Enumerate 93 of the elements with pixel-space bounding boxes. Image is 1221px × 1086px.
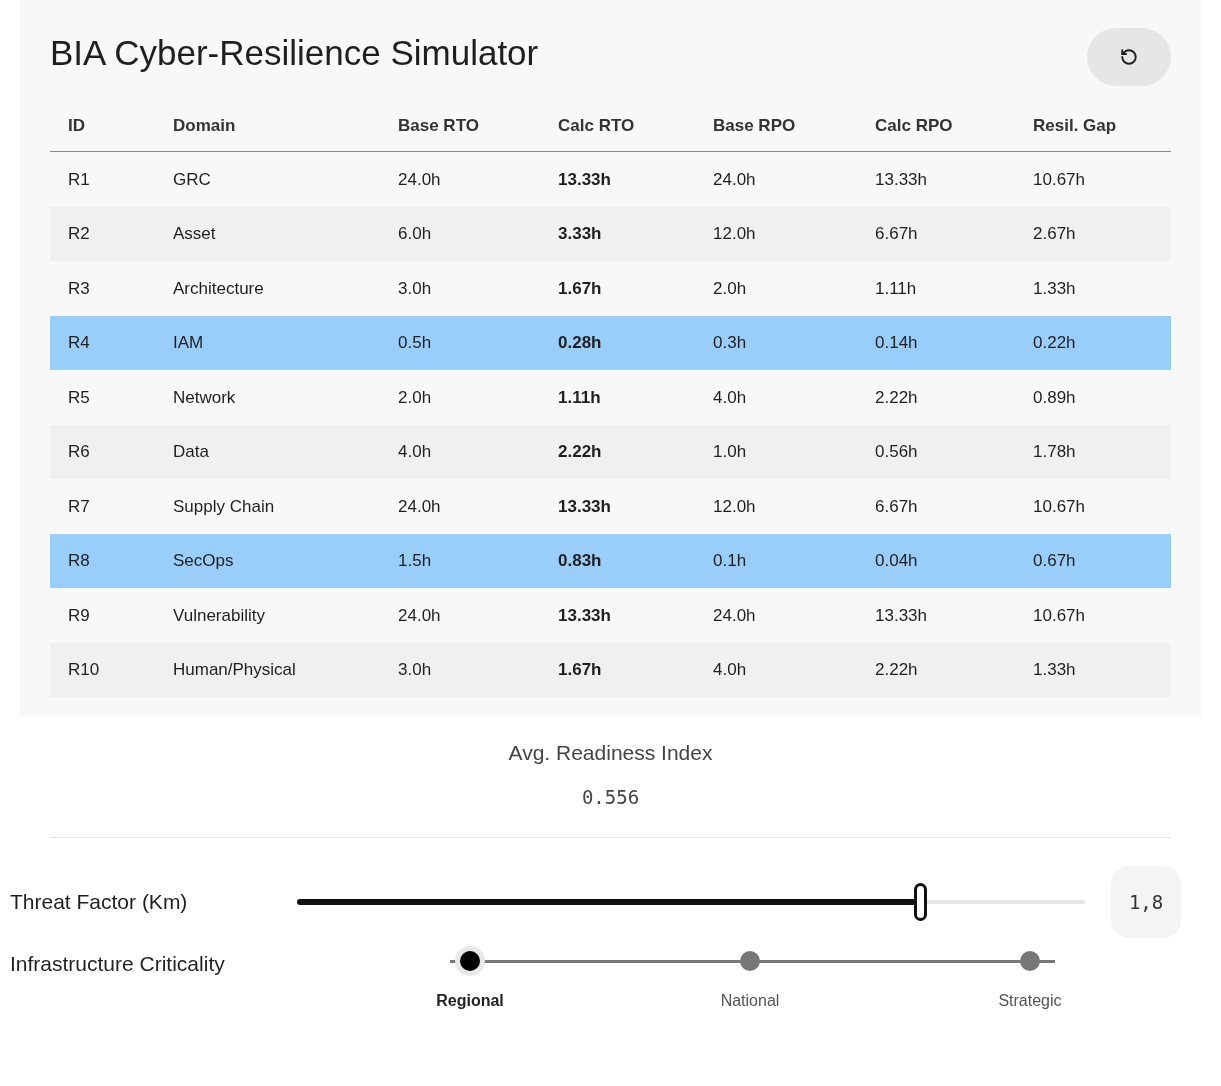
table-cell: 0.1h (713, 551, 747, 570)
table-cell: 0.22h (1033, 333, 1076, 352)
table-cell: 2.0h (398, 387, 432, 407)
column-header: Calc RTO (558, 115, 635, 135)
table-cell: 1.0h (713, 442, 747, 461)
table-cell: 24.0h (398, 169, 441, 189)
table-cell: R7 (68, 496, 90, 516)
table-cell: 3.0h (398, 660, 432, 679)
threat-value-field[interactable]: 1,8 (1111, 866, 1181, 938)
table-cell: 6.0h (398, 224, 432, 243)
column-header: Calc RPO (875, 115, 953, 135)
table-cell: 13.33h (558, 496, 611, 516)
table-cell: 1.5h (398, 551, 432, 570)
criticality-option[interactable]: Regional (436, 989, 504, 1013)
table-cell: 6.67h (875, 496, 918, 516)
table-cell: Human/Physical (173, 660, 296, 679)
column-header: Base RPO (713, 115, 796, 135)
table-cell: 1.11h (875, 278, 917, 298)
readiness-label: Avg. Readiness Index (508, 740, 713, 766)
table-cell: R2 (68, 224, 90, 243)
table-cell: R5 (68, 387, 90, 407)
table-cell: 10.67h (1033, 496, 1085, 516)
table-cell: 2.22h (875, 660, 918, 679)
table-cell: 24.0h (713, 605, 756, 625)
table-cell: 13.33h (875, 605, 927, 625)
table-cell: IAM (173, 333, 204, 352)
table-cell: Architecture (173, 278, 264, 298)
table-cell: Network (173, 387, 236, 407)
table-cell: 10.67h (1033, 169, 1085, 189)
table-cell: 1.67h (558, 660, 602, 679)
table-cell: 3.0h (398, 278, 432, 298)
table-cell: 12.0h (713, 224, 756, 243)
table-cell: 13.33h (558, 169, 611, 189)
readiness-value: 0.556 (581, 784, 640, 810)
table-cell: 4.0h (398, 442, 432, 461)
table-cell: 1.33h (1033, 660, 1076, 679)
table-cell: 3.33h (558, 224, 602, 243)
column-header: Resil. Gap (1033, 115, 1117, 135)
table-cell: R8 (68, 551, 90, 570)
column-header: Domain (173, 115, 236, 135)
table-cell: 4.0h (713, 660, 747, 679)
table-cell: R4 (68, 333, 90, 352)
page-title: BIA Cyber-Resilience Simulator (50, 32, 539, 74)
table-cell: Asset (173, 224, 216, 243)
table-cell: 0.14h (875, 333, 918, 352)
table-row[interactable]: R8 SecOps 1.5h 0.83h 0.1h 0.04h 0.67h (50, 533, 1171, 588)
table-cell: 24.0h (398, 496, 441, 516)
table-cell: R10 (68, 660, 100, 679)
table-cell: 10.67h (1033, 605, 1085, 625)
table-cell: 0.04h (875, 551, 918, 570)
table-row[interactable]: R4 IAM 0.5h 0.28h 0.3h 0.14h 0.22h (50, 315, 1171, 370)
reset-icon (1120, 48, 1138, 66)
table-cell: 1.67h (558, 278, 602, 298)
table-cell: 13.33h (558, 605, 611, 625)
table-cell: 1.78h (1033, 442, 1076, 461)
table-cell: 2.22h (875, 387, 918, 407)
column-header: ID (68, 115, 85, 135)
table-cell: R3 (68, 278, 90, 298)
table-row[interactable]: R2 Asset 6.0h 3.33h 12.0h 6.67h 2.67h (50, 206, 1171, 261)
table-cell: R9 (68, 605, 90, 625)
column-header: Base RTO (398, 115, 479, 135)
table-cell: 1.11h (558, 387, 601, 407)
table-cell: 0.67h (1033, 551, 1076, 570)
table-row[interactable]: R10 Human/Physical 3.0h 1.67h 4.0h 2.22h 1.33h (50, 642, 1171, 697)
table-cell: GRC (173, 169, 211, 189)
table-cell: 12.0h (713, 496, 756, 516)
table-cell: 2.67h (1033, 224, 1076, 243)
table-cell: 1.33h (1033, 278, 1076, 298)
criticality-option[interactable]: National (720, 989, 780, 1013)
table-cell: 0.28h (558, 333, 602, 352)
table-cell: 2.22h (558, 442, 602, 461)
table-cell: 0.89h (1033, 387, 1076, 407)
table-cell: R6 (68, 442, 90, 461)
slider-thumb[interactable] (913, 883, 927, 921)
table-cell: 24.0h (713, 169, 756, 189)
criticality-option[interactable]: Strategic (998, 989, 1062, 1013)
table-cell: 13.33h (875, 169, 927, 189)
table-cell: 6.67h (875, 224, 918, 243)
table-cell: R1 (68, 169, 90, 189)
slider-label: Threat Factor (Km) (10, 889, 189, 916)
table-cell: 0.5h (398, 333, 432, 352)
table-cell: SecOps (173, 551, 234, 570)
table-cell: 0.3h (713, 333, 747, 352)
table-cell: Data (173, 442, 209, 461)
table-cell: 4.0h (713, 387, 747, 407)
table-cell: 2.0h (713, 278, 747, 298)
table-cell: 24.0h (398, 605, 441, 625)
slider-track[interactable] (296, 883, 1086, 921)
table-cell: 0.56h (875, 442, 918, 461)
table-cell: Supply Chain (173, 496, 275, 516)
table-row[interactable]: R6 Data 4.0h 2.22h 1.0h 0.56h 1.78h (50, 424, 1171, 479)
table-cell: 0.83h (558, 551, 602, 570)
table-cell: Vulnerability (173, 605, 265, 625)
